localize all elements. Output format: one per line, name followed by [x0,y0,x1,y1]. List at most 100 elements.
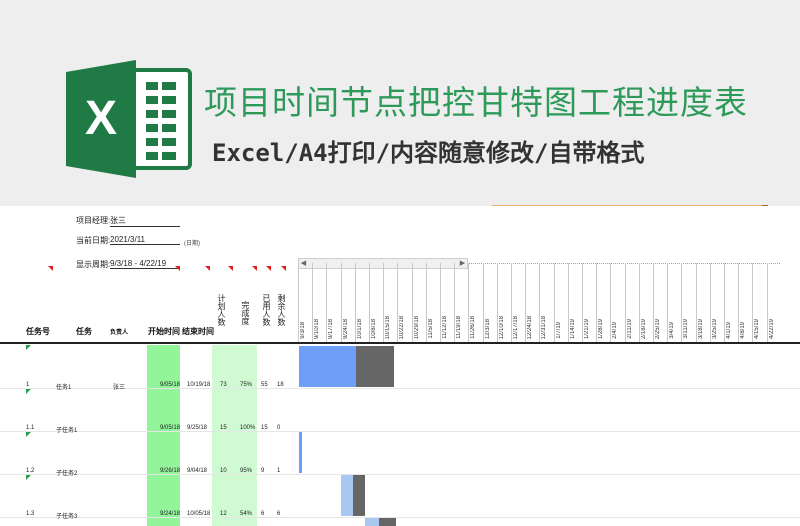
row-no: 1.1 [26,425,35,431]
date-column: 1/14/19 [567,263,582,343]
date-column: 11/19/18 [454,263,468,343]
date-column-label: 3/11/19 [683,319,690,339]
date-column-label: 11/5/18 [427,319,434,339]
date-column-label: 1/21/19 [584,318,590,339]
row-task[interactable]: 子任务3 [56,511,77,520]
row-start[interactable]: 9/24/18 [160,511,180,517]
row-no: 1.2 [26,468,35,474]
row-task[interactable]: 子任务1 [56,425,77,434]
row-end[interactable]: 10/19/18 [187,382,210,388]
row-task[interactable]: 子任务2 [56,468,77,477]
date-column: 12/17/18 [511,263,525,343]
date-column: 10/29/18 [411,263,426,343]
header-divider [0,342,800,344]
row-marker [26,345,31,350]
date-column-label: 9/3/18 [300,322,306,339]
row-used: 55 [261,382,268,388]
row-done[interactable]: 100% [240,425,255,431]
date-column-label: 3/4/19 [669,322,676,339]
date-column-label: 2/25/19 [655,318,661,339]
row-divider [0,517,800,518]
date-column: 1/7/19 [553,263,568,343]
gantt-bar-progress[interactable] [341,475,353,516]
start-date-column [147,345,180,526]
date-column: 3/18/19 [695,263,710,343]
comment-flag [266,266,271,271]
date-column: 11/5/18 [425,263,440,343]
row-no: 1.3 [26,511,35,517]
date-column: 12/31/18 [539,263,553,343]
date-column: 12/24/18 [525,263,539,343]
gantt-bar-progress[interactable] [299,432,302,473]
row-task[interactable]: 任务1 [56,382,71,391]
excel-logo-letter: X [85,92,117,145]
date-column-label: 1/28/19 [598,318,605,339]
date-column: 4/22/19 [766,263,781,343]
header-start: 开始时间 [148,327,180,336]
row-start[interactable]: 9/26/18 [160,468,180,474]
row-planned[interactable]: 10 [220,468,227,474]
manager-value[interactable]: 张三 [110,215,180,227]
planned-column [212,345,257,526]
date-value[interactable]: 2021/3/11 [110,235,180,245]
row-done[interactable]: 75% [240,382,252,388]
date-column-label: 1/7/19 [555,322,562,339]
date-column: 10/15/18 [383,263,397,343]
header-end: 结束时间 [182,327,214,336]
date-column-label: 10/1/18 [356,318,363,339]
date-column: 1/28/19 [596,263,610,343]
date-column-label: 2/11/19 [626,319,633,339]
date-column: 10/22/18 [397,263,411,343]
row-end[interactable]: 9/25/18 [187,425,207,431]
row-used: 15 [261,425,268,431]
date-label: 当前日期: [76,236,111,245]
date-column-label: 1/14/19 [569,318,576,339]
date-column: 1/21/19 [582,263,596,343]
row-planned[interactable]: 12 [220,511,227,517]
gantt-bar-progress[interactable] [299,346,356,387]
date-column: 10/1/18 [354,263,369,343]
date-column-label: 10/22/18 [399,315,406,339]
row-done[interactable]: 54% [240,511,252,517]
date-column-label: 3/18/19 [697,318,704,339]
date-column-label: 10/8/18 [371,318,377,339]
row-end[interactable]: 9/04/18 [187,468,207,474]
row-remaining: 0 [277,425,281,431]
row-remaining: 6 [277,511,281,517]
row-end[interactable]: 10/05/18 [187,511,210,517]
date-column-label: 12/17/18 [513,315,519,339]
date-column: 9/24/18 [340,263,355,343]
date-column-label: 11/26/18 [470,316,477,339]
gantt-bar-remaining[interactable] [356,346,394,387]
date-column: 12/3/18 [482,263,497,343]
row-marker [26,432,31,437]
date-column-label: 4/1/19 [726,322,732,339]
date-column: 12/10/18 [496,263,511,343]
date-column-label: 12/3/18 [484,318,491,339]
gantt-bar-remaining[interactable] [379,518,396,526]
row-start[interactable]: 9/05/18 [160,382,180,388]
date-column: 11/26/18 [468,263,482,343]
row-used: 9 [261,468,265,474]
row-start[interactable]: 9/05/18 [160,425,180,431]
row-owner[interactable]: 张三 [113,382,125,391]
row-planned[interactable]: 15 [220,425,227,431]
date-column-label: 12/10/18 [498,315,505,339]
row-done[interactable]: 95% [240,468,252,474]
date-column-label: 11/19/18 [456,316,463,339]
date-column: 10/8/18 [369,263,383,343]
range-value[interactable]: 9/3/18 - 4/22/19 [110,259,180,269]
row-planned[interactable]: 73 [220,382,227,388]
row-used: 6 [261,511,265,517]
date-column-label: 4/22/19 [768,318,775,339]
date-column: 9/3/18 [298,263,312,343]
gantt-bar-remaining[interactable] [353,475,365,516]
row-divider [0,431,800,432]
comment-flag [175,266,180,271]
comment-flag [281,266,286,271]
date-column: 4/1/19 [724,263,738,343]
date-column-label: 10/29/18 [413,315,420,339]
manager-label: 项目经理: [76,216,111,225]
date-note: (日期) [184,241,200,247]
gantt-bar-progress[interactable] [365,518,379,526]
